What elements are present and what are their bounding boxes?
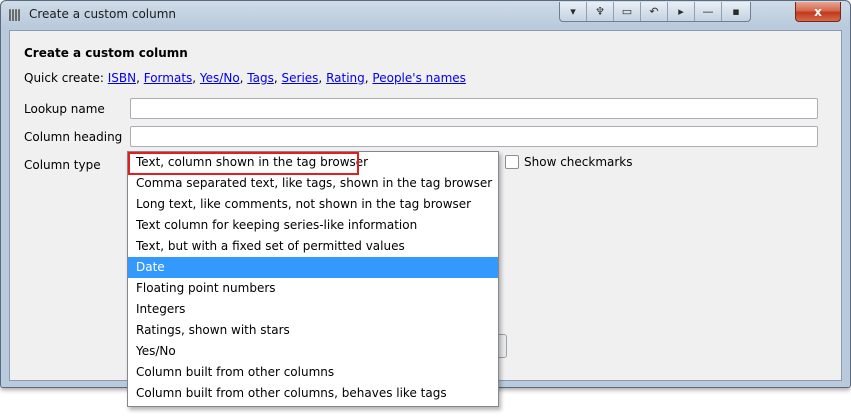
- dot-icon[interactable]: ▪: [722, 2, 750, 21]
- dropdown-option[interactable]: Long text, like comments, not shown in t…: [128, 194, 498, 215]
- menu-icon[interactable]: ▾: [560, 2, 587, 21]
- close-button[interactable]: x: [795, 2, 841, 22]
- dropdown-option[interactable]: Text column for keeping series-like info…: [128, 215, 498, 236]
- show-checkmarks-label: Show checkmarks: [524, 155, 633, 169]
- quick-link-rating[interactable]: Rating: [326, 71, 365, 85]
- quick-create-row: Quick create: ISBN, Formats, Yes/No, Tag…: [24, 71, 466, 85]
- dropdown-option[interactable]: Yes/No: [128, 341, 498, 362]
- column-heading-input[interactable]: [130, 126, 818, 147]
- wrench-icon[interactable]: ♆: [587, 2, 614, 21]
- quick-link-peoples-names[interactable]: People's names: [372, 71, 466, 85]
- dropdown-option[interactable]: Column built from other columns: [128, 362, 498, 383]
- quick-link-formats[interactable]: Formats: [144, 71, 193, 85]
- library-icon: [9, 8, 23, 21]
- dropdown-option[interactable]: Text, column shown in the tag browser: [128, 152, 498, 173]
- quick-link-yes-no[interactable]: Yes/No: [200, 71, 240, 85]
- dropdown-option[interactable]: Text, but with a fixed set of permitted …: [128, 236, 498, 257]
- title-toolbar: ▾ ♆ ▭ ↶ ▸ — ▪: [559, 2, 751, 22]
- window-title: Create a custom column: [29, 7, 177, 21]
- column-type-dropdown-list[interactable]: Text, column shown in the tag browser Com…: [127, 151, 499, 407]
- minimize-icon[interactable]: —: [695, 2, 722, 21]
- dropdown-option[interactable]: Column built from other columns, behaves…: [128, 383, 498, 404]
- dialog-heading: Create a custom column: [24, 46, 188, 60]
- dropdown-option[interactable]: Date: [128, 257, 498, 278]
- dropdown-option[interactable]: Ratings, shown with stars: [128, 320, 498, 341]
- quick-create-label: Quick create:: [24, 71, 104, 85]
- title-bar[interactable]: Create a custom column ▾ ♆ ▭ ↶ ▸ — ▪ x: [1, 1, 850, 29]
- dropdown-option[interactable]: Floating point numbers: [128, 278, 498, 299]
- lookup-name-label: Lookup name: [24, 102, 105, 116]
- column-heading-label: Column heading: [24, 130, 123, 144]
- quick-link-tags[interactable]: Tags: [247, 71, 274, 85]
- lookup-name-input[interactable]: [130, 98, 818, 119]
- restore-icon[interactable]: ▭: [614, 2, 641, 21]
- show-checkmarks-checkbox[interactable]: [505, 155, 519, 169]
- dropdown-option[interactable]: Comma separated text, like tags, shown i…: [128, 173, 498, 194]
- column-type-label: Column type: [24, 158, 101, 172]
- quick-link-isbn[interactable]: ISBN: [108, 71, 136, 85]
- ok-button[interactable]: [498, 334, 507, 358]
- undo-icon[interactable]: ↶: [641, 2, 668, 21]
- pin-icon[interactable]: ▸: [668, 2, 695, 21]
- quick-link-series[interactable]: Series: [282, 71, 319, 85]
- dropdown-option[interactable]: Integers: [128, 299, 498, 320]
